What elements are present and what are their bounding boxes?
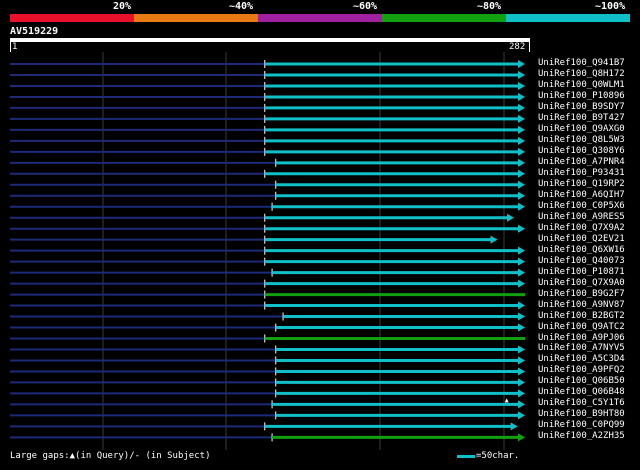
hit-label[interactable]: UniRef100_C5Y1T6 (538, 398, 625, 409)
hit-label[interactable]: UniRef100_Q0WLM1 (538, 80, 625, 91)
hit-label[interactable]: UniRef100_Q19RP2 (538, 179, 625, 190)
hit-label[interactable]: UniRef100_A9PFQ2 (538, 365, 625, 376)
hit-label[interactable]: UniRef100_Q941B7 (538, 58, 625, 69)
hit-label[interactable]: UniRef100_B9T427 (538, 113, 625, 124)
hit-label[interactable]: UniRef100_Q7X9A2 (538, 223, 625, 234)
hit-label[interactable]: UniRef100_P10871 (538, 267, 625, 278)
hit-arrow-icon (518, 279, 525, 288)
hit-label[interactable]: UniRef100_A9RES5 (538, 212, 625, 223)
hit-arrow-icon (510, 422, 518, 431)
hit-label[interactable]: UniRef100_Q9ATC2 (538, 322, 625, 333)
hit-arrow-icon (518, 169, 525, 178)
hit-arrow-icon (518, 323, 525, 332)
hit-arrow-icon (518, 81, 525, 90)
hit-label[interactable]: UniRef100_A5C3D4 (538, 354, 625, 365)
hit-arrow-icon (518, 60, 525, 68)
hit-arrow-icon (518, 268, 525, 277)
hit-arrow-icon (518, 180, 525, 189)
hit-arrow-icon (518, 103, 525, 112)
hit-label[interactable]: UniRef100_B9G2F7 (538, 289, 625, 300)
hit-label[interactable]: UniRef100_P10896 (538, 91, 625, 102)
hit-label[interactable]: UniRef100_Q40073 (538, 256, 625, 267)
hit-label[interactable]: UniRef100_A7PNR4 (538, 157, 625, 168)
hit-arrow-icon (518, 356, 525, 365)
hit-arrow-icon (518, 147, 525, 156)
hit-arrow-icon (518, 257, 525, 266)
hit-label[interactable]: UniRef100_B2BGT2 (538, 311, 625, 322)
hit-arrow-icon (518, 345, 525, 354)
hit-arrow-icon (490, 235, 498, 244)
hit-arrow-icon (518, 312, 525, 321)
hit-label[interactable]: UniRef100_C0P5X6 (538, 201, 625, 212)
hit-arrow-icon (518, 400, 525, 409)
hit-label[interactable]: UniRef100_Q7X9A0 (538, 278, 625, 289)
hit-label[interactable]: UniRef100_Q06B50 (538, 376, 625, 387)
hit-arrow-icon (518, 411, 525, 420)
hit-label[interactable]: UniRef100_Q8H172 (538, 69, 625, 80)
scale-bar (457, 455, 475, 458)
hit-label[interactable]: UniRef100_A2ZH35 (538, 431, 625, 442)
hit-arrow-icon (518, 70, 525, 79)
hit-label[interactable]: UniRef100_B9HT80 (538, 409, 625, 420)
hit-label[interactable]: UniRef100_A9NV87 (538, 300, 625, 311)
hit-label[interactable]: UniRef100_A9PJ06 (538, 333, 625, 344)
hit-label[interactable]: UniRef100_A7NYV5 (538, 343, 625, 354)
hit-arrow-icon (518, 389, 525, 398)
hit-arrow-icon (518, 202, 525, 211)
hit-label[interactable]: UniRef100_Q9AXG0 (538, 124, 625, 135)
hit-label[interactable]: UniRef100_C0PQ99 (538, 420, 625, 431)
large-gaps-legend: Large gaps:▲(in Query)/- (in Subject) (10, 451, 211, 461)
hit-arrow-icon (518, 92, 525, 101)
hit-arrow-icon (518, 125, 525, 134)
hit-arrow-icon (518, 301, 525, 310)
hit-label[interactable]: UniRef100_Q8L5W3 (538, 135, 625, 146)
hit-label[interactable]: UniRef100_B9SDY7 (538, 102, 625, 113)
hit-arrow-icon (507, 213, 515, 222)
hit-arrow-icon (518, 224, 525, 233)
hit-label[interactable]: UniRef100_P93431 (538, 168, 625, 179)
hit-arrow-icon (518, 246, 525, 255)
hit-arrow-icon (518, 191, 525, 200)
hit-label[interactable]: UniRef100_A6QIH7 (538, 190, 625, 201)
hit-arrow-icon (518, 158, 525, 167)
hit-arrow-icon (518, 114, 525, 123)
hit-label[interactable]: UniRef100_Q6XW16 (538, 245, 625, 256)
hit-arrow-icon (518, 367, 525, 376)
hit-label[interactable]: UniRef100_Q308Y6 (538, 146, 625, 157)
hit-arrow-icon (518, 378, 525, 387)
scale-label: =50char. (476, 451, 520, 461)
hit-arrow-icon (518, 433, 525, 442)
hit-label[interactable]: UniRef100_Q2EV21 (538, 234, 625, 245)
query-gap-icon (504, 398, 509, 403)
hit-arrow-icon (518, 136, 525, 145)
hit-label[interactable]: UniRef100_Q06B48 (538, 387, 625, 398)
